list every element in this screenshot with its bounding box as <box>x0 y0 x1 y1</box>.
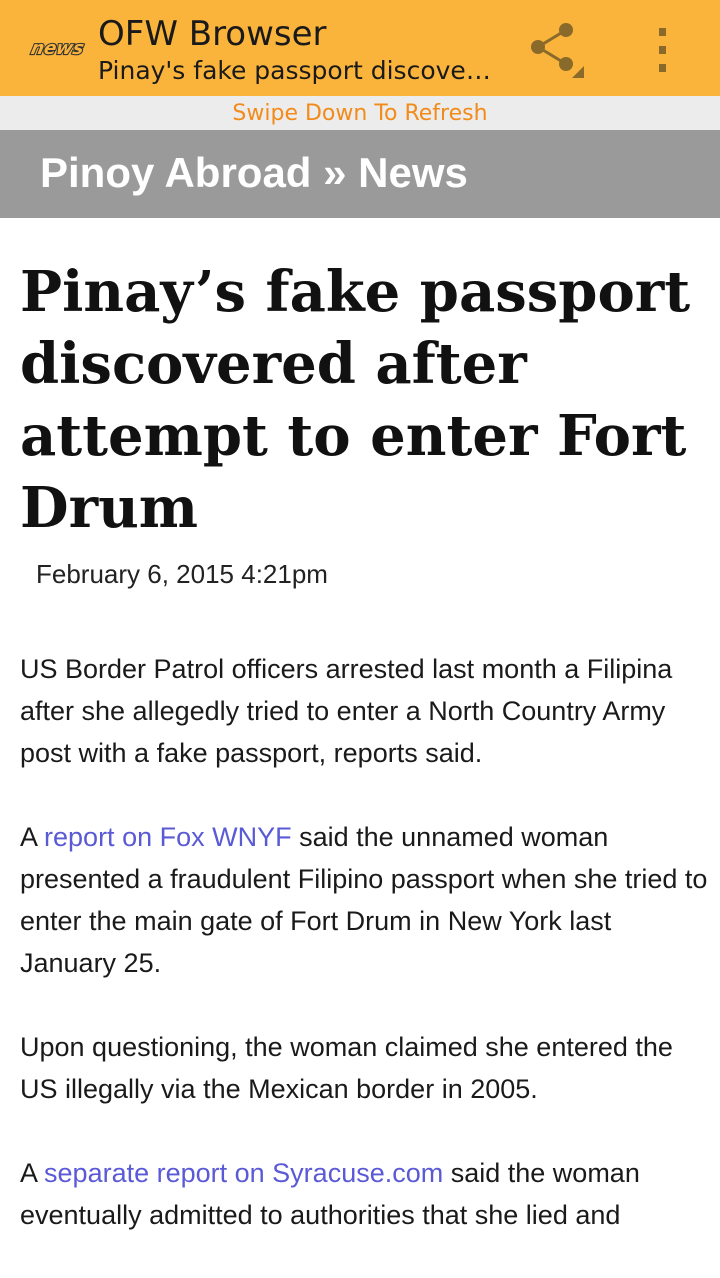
paragraph-3: Upon questioning, the woman claimed she … <box>20 1032 673 1104</box>
paragraph-2: A report on Fox WNYF said the unnamed wo… <box>20 816 710 984</box>
section-header: Pinoy Abroad » News <box>0 130 720 218</box>
logo-text: news <box>29 38 86 59</box>
paragraph-4: A separate report on Syracuse.com said t… <box>20 1152 710 1236</box>
fox-wnyf-link[interactable]: report on Fox WNYF <box>44 822 292 852</box>
article-body: US Border Patrol officers arrested last … <box>20 648 710 1278</box>
app-title: OFW Browser <box>98 14 327 54</box>
paragraph-1: US Border Patrol officers arrested last … <box>20 654 673 768</box>
syracuse-link[interactable]: separate report on Syracuse.com <box>44 1158 443 1188</box>
app-bar: news OFW Browser Pinay's fake passport d… <box>0 0 720 96</box>
overflow-menu-icon[interactable] <box>640 20 688 76</box>
article-title: Pinay’s fake passport discovered after a… <box>20 259 691 541</box>
page-subtitle: Pinay's fake passport discovered after a… <box>98 56 498 85</box>
share-icon[interactable] <box>520 20 588 82</box>
news-logo-icon[interactable]: news <box>28 36 86 60</box>
paragraph-2-lead: A <box>20 822 45 852</box>
breadcrumb[interactable]: Pinoy Abroad » News <box>40 148 468 198</box>
paragraph-4-lead: A <box>20 1158 45 1188</box>
swipe-refresh-hint: Swipe Down To Refresh <box>0 96 720 130</box>
article-date: February 6, 2015 4:21pm <box>36 559 328 589</box>
